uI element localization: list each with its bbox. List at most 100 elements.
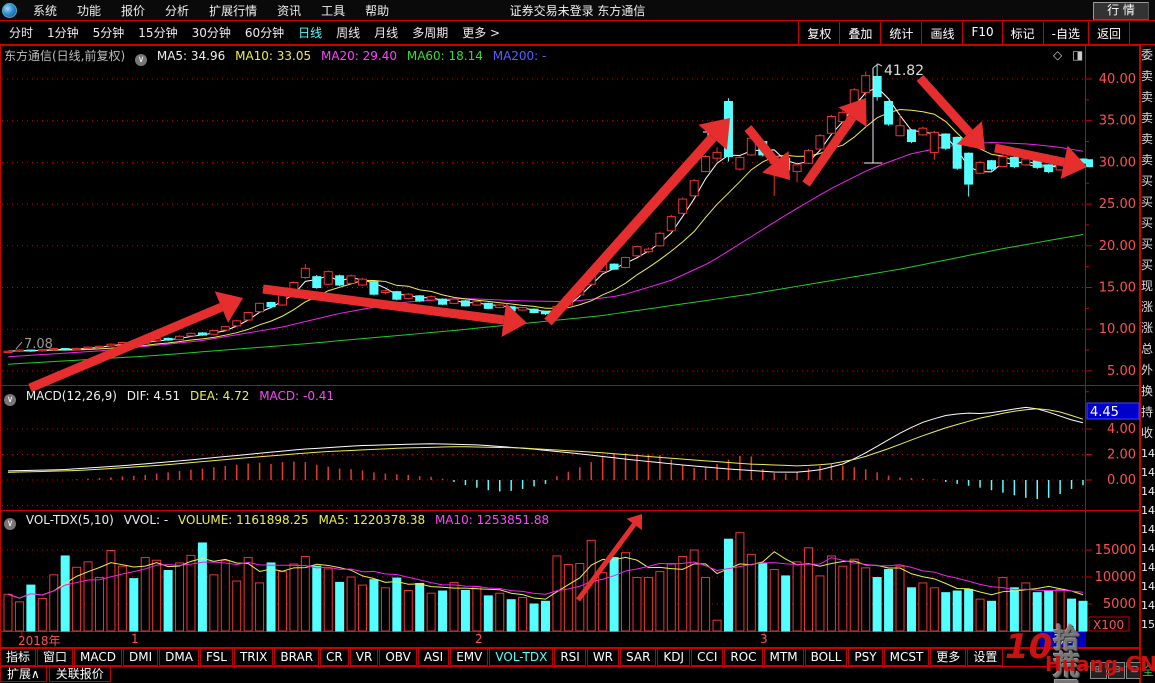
volume-bar-up <box>449 581 459 632</box>
macd-value-label: MACD: -0.41 <box>259 389 335 403</box>
volume-bar-down <box>60 555 70 632</box>
candle-up <box>655 232 665 247</box>
candle-down <box>312 276 322 288</box>
indicator-item-KDJ[interactable]: KDJ <box>657 649 691 666</box>
indicator-item-MTM[interactable]: MTM <box>763 649 804 666</box>
indicator-item-CCI[interactable]: CCI <box>691 649 724 666</box>
indicator-item-ROC[interactable]: ROC <box>724 649 763 666</box>
high-price-label: 41.82 <box>884 63 924 79</box>
indicator-item-RSI[interactable]: RSI <box>554 649 586 666</box>
macd-axis-label: 2.00 <box>1107 448 1136 463</box>
price-axis-label: 10.00 <box>1099 322 1136 337</box>
indicator-item-SAR[interactable]: SAR <box>620 649 657 666</box>
sidebar-char: 涨 <box>1141 321 1154 335</box>
candle-up <box>621 256 631 268</box>
collapse-icon[interactable]: ∨ <box>135 54 148 66</box>
volume-bar-up <box>975 598 985 632</box>
layout-button-2[interactable]: ⊟ <box>1108 662 1125 679</box>
date-label: 2018年 <box>18 634 61 648</box>
indicator-item-OBV[interactable]: OBV <box>379 649 417 666</box>
sidebar-char: 买 <box>1141 237 1154 251</box>
sidebar-number: 14 <box>1141 542 1155 555</box>
price-ma60-line <box>7 233 1084 365</box>
volume-bar-up <box>83 561 93 632</box>
indicator-item-BRAR[interactable]: BRAR <box>274 649 320 666</box>
volume-bar-down <box>1044 590 1054 632</box>
candle-down <box>392 291 402 300</box>
volume-bar-up <box>861 567 871 632</box>
volume-bar-down <box>540 600 550 632</box>
indicator-item-ASI[interactable]: ASI <box>417 649 450 666</box>
candle-up <box>792 164 802 173</box>
volume-bar-up <box>117 565 127 632</box>
volume-bar-down <box>758 562 768 632</box>
indicator-item-CR[interactable]: CR <box>320 649 349 666</box>
indicator-item-TRIX[interactable]: TRIX <box>233 649 274 666</box>
sidebar-char: 持 <box>1141 405 1154 419</box>
indicator-item-MACD[interactable]: MACD <box>74 649 123 666</box>
vol-axis-label: 10000 <box>1095 570 1136 585</box>
candle-up <box>232 320 242 327</box>
candle-up <box>94 345 104 348</box>
candle-up <box>243 312 253 321</box>
candle-up <box>300 267 310 278</box>
cursor-date-badge: 3/2 <box>1040 632 1086 647</box>
candle-up <box>666 216 676 232</box>
volume-bar-down <box>266 562 276 632</box>
candle-up <box>895 125 905 137</box>
volume-bar-up <box>1055 588 1065 632</box>
indicator-item-VR[interactable]: VR <box>349 649 379 666</box>
volume-bar-up <box>403 590 413 632</box>
sidebar-char: 收 <box>1141 426 1154 440</box>
volume-bar-down <box>335 581 345 632</box>
macd-collapse-icon[interactable]: ∨ <box>4 394 16 406</box>
sidebar-number: 14 <box>1141 561 1155 574</box>
indicator-item-指标[interactable]: 指标 <box>0 649 37 666</box>
volume-bar-up <box>255 582 265 632</box>
indicator-item-DMA[interactable]: DMA <box>159 649 199 666</box>
volume-bar-down <box>369 579 379 632</box>
chart-canvas[interactable]: 40.0035.0030.0025.0020.0015.0010.005.004… <box>0 0 1155 683</box>
ma10-label: MA10: 33.05 <box>235 49 312 63</box>
indicator-item-VOL-TDX[interactable]: VOL-TDX <box>489 649 554 666</box>
indicator-item-EMV[interactable]: EMV <box>450 649 489 666</box>
split-square-icon[interactable]: ◨ <box>1072 48 1083 62</box>
diamond-icon[interactable]: ◇ <box>1053 48 1062 62</box>
last-close-marker <box>1086 159 1093 168</box>
volume-bar-down <box>460 590 470 632</box>
macd-header: ∨ MACD(12,26,9) DIF: 4.51 DEA: 4.72 MACD… <box>4 389 340 406</box>
sidebar-char: 买 <box>1141 195 1154 209</box>
indicator-item-WR[interactable]: WR <box>586 649 620 666</box>
price-axis-label: 35.00 <box>1099 114 1136 129</box>
indicator-item-MCST[interactable]: MCST <box>883 649 930 666</box>
indicator-item-BOLL[interactable]: BOLL <box>804 649 848 666</box>
bottom-item-扩展∧[interactable]: 扩展∧ <box>0 667 47 682</box>
indicator-item-更多[interactable]: 更多 <box>930 649 967 666</box>
volume-bar-down <box>129 578 139 632</box>
layout-button-1[interactable]: ⊞ <box>1090 662 1107 679</box>
volume-bar-down <box>872 577 882 632</box>
indicator-item-FSL[interactable]: FSL <box>199 649 233 666</box>
volume-bar-up <box>186 554 196 632</box>
indicator-item-设置[interactable]: 设置 <box>967 649 1004 666</box>
volume-bar-down <box>609 557 619 632</box>
quote-sidebar[interactable]: 委卖卖卖卖卖买买买买买现涨涨总外换持收 14 14 14 14 14 14 14 14 14 15 <box>1140 45 1155 683</box>
price-axis-label: 15.00 <box>1099 281 1136 296</box>
candle-up <box>380 290 390 294</box>
volume-bar-up <box>49 574 59 632</box>
bottom-item-关联报价[interactable]: 关联报价 <box>48 667 111 682</box>
sidebar-number: 15 <box>1141 618 1155 631</box>
candle-up <box>358 278 368 286</box>
sidebar-number: 14 <box>1141 485 1155 498</box>
indicator-item-窗口[interactable]: 窗口 <box>37 649 74 666</box>
volume-bar-up <box>746 553 756 632</box>
volume-bar-up <box>472 586 482 632</box>
indicator-item-DMI[interactable]: DMI <box>123 649 159 666</box>
dea-label: DEA: 4.72 <box>189 389 250 403</box>
indicator-item-PSY[interactable]: PSY <box>848 649 883 666</box>
annotation-arrow-shaft <box>28 302 224 393</box>
vol-collapse-icon[interactable]: ∨ <box>4 518 16 530</box>
price-ma10-line <box>7 109 1084 352</box>
sidebar-char: 买 <box>1141 216 1154 230</box>
candle-down <box>1044 164 1054 173</box>
